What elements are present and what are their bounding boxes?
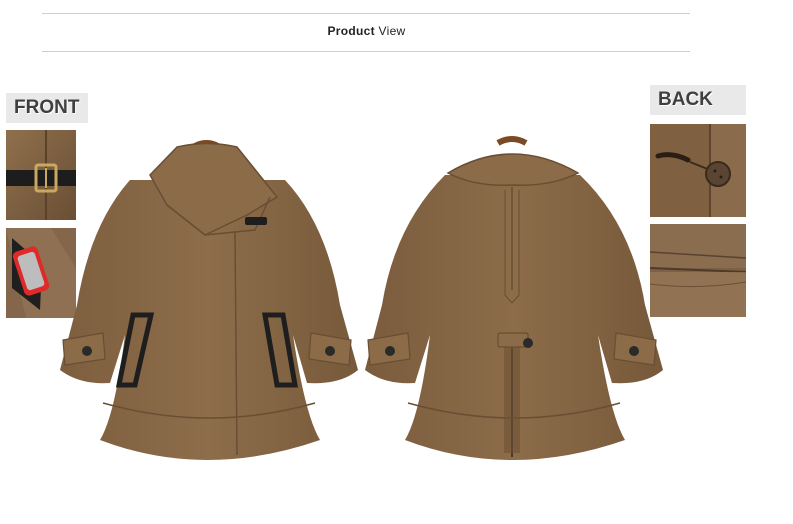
page-title: Product View [0, 24, 733, 38]
front-coat-image [55, 135, 360, 470]
header-bottom-rule [42, 51, 690, 52]
back-detail-button-photo [650, 124, 746, 217]
title-rest: View [378, 24, 406, 38]
front-label: FRONT [6, 93, 88, 123]
title-bold: Product [327, 24, 375, 38]
back-coat-image [360, 135, 665, 470]
header-top-rule [42, 13, 690, 14]
back-detail-hem-photo [650, 224, 746, 317]
back-label: BACK [650, 85, 746, 115]
